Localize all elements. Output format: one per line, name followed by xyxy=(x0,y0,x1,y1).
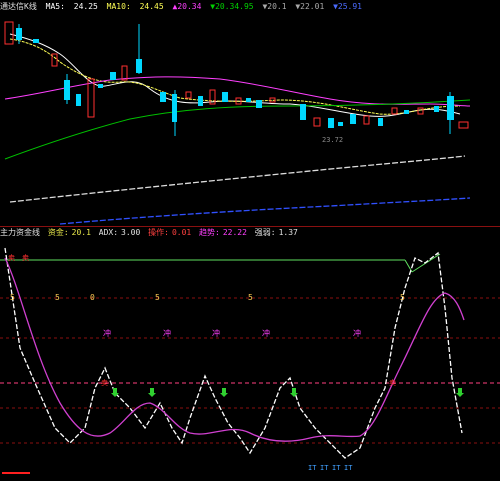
sell-marker-2: 卖 xyxy=(101,379,108,387)
indicator-chart[interactable]: 5 5 0 5 5 5 冲 冲 冲 冲 冲 卖 卖 卖 卖 IT IT IT I… xyxy=(0,228,500,481)
ma10-label: MA10: xyxy=(106,2,131,11)
val-4: ▼25.91 xyxy=(333,2,362,11)
sell-marker-1: 卖 xyxy=(22,254,29,262)
marker-row2-2: 冲 xyxy=(212,328,220,338)
marker-row1-4: 5 xyxy=(248,293,253,302)
price-chart[interactable]: 23.72 xyxy=(0,14,500,228)
chart-window: 通达信K线 MA5: 24.25 MA10: 24.45 ▲20.34 ▼20.… xyxy=(0,0,500,481)
buy-arrows xyxy=(111,388,464,397)
ma10-value: 24.45 xyxy=(139,2,164,11)
bottom-label-2: IT xyxy=(332,464,341,472)
panel-separator xyxy=(0,226,500,227)
val-3: ▼22.01 xyxy=(295,2,325,11)
sell-marker-3: 卖 xyxy=(389,379,396,387)
marker-row1-3: 5 xyxy=(155,293,160,302)
val-1: ▼20.34.95 xyxy=(210,2,254,11)
ma5-label: MA5: xyxy=(45,2,65,11)
marker-row1-5: 5 xyxy=(400,293,405,302)
bottom-label-1: IT xyxy=(320,464,329,472)
ma5-value: 24.25 xyxy=(73,2,98,11)
bottom-label-3: IT xyxy=(344,464,353,472)
marker-row1-0: 5 xyxy=(10,293,15,302)
price-note: 23.72 xyxy=(322,136,343,144)
magenta-indicator-line xyxy=(4,257,465,442)
indicator-header: 通达信K线 MA5: 24.25 MA10: 24.45 ▲20.34 ▼20.… xyxy=(0,0,500,14)
sell-marker-0: 卖 xyxy=(8,254,15,262)
marker-row1-2: 0 xyxy=(90,293,95,302)
marker-row1-1: 5 xyxy=(55,293,60,302)
stock-title: 通达信K线 xyxy=(0,2,37,11)
val-2: ▼20.1 xyxy=(262,2,287,11)
marker-row2-1: 冲 xyxy=(163,328,171,338)
white-indicator-line xyxy=(4,247,463,459)
bottom-label-0: IT xyxy=(308,464,317,472)
marker-row2-4: 冲 xyxy=(353,328,361,338)
marker-row2-0: 冲 xyxy=(103,328,111,338)
val-0: ▲20.34 xyxy=(172,2,202,11)
marker-row2-3: 冲 xyxy=(262,328,270,338)
